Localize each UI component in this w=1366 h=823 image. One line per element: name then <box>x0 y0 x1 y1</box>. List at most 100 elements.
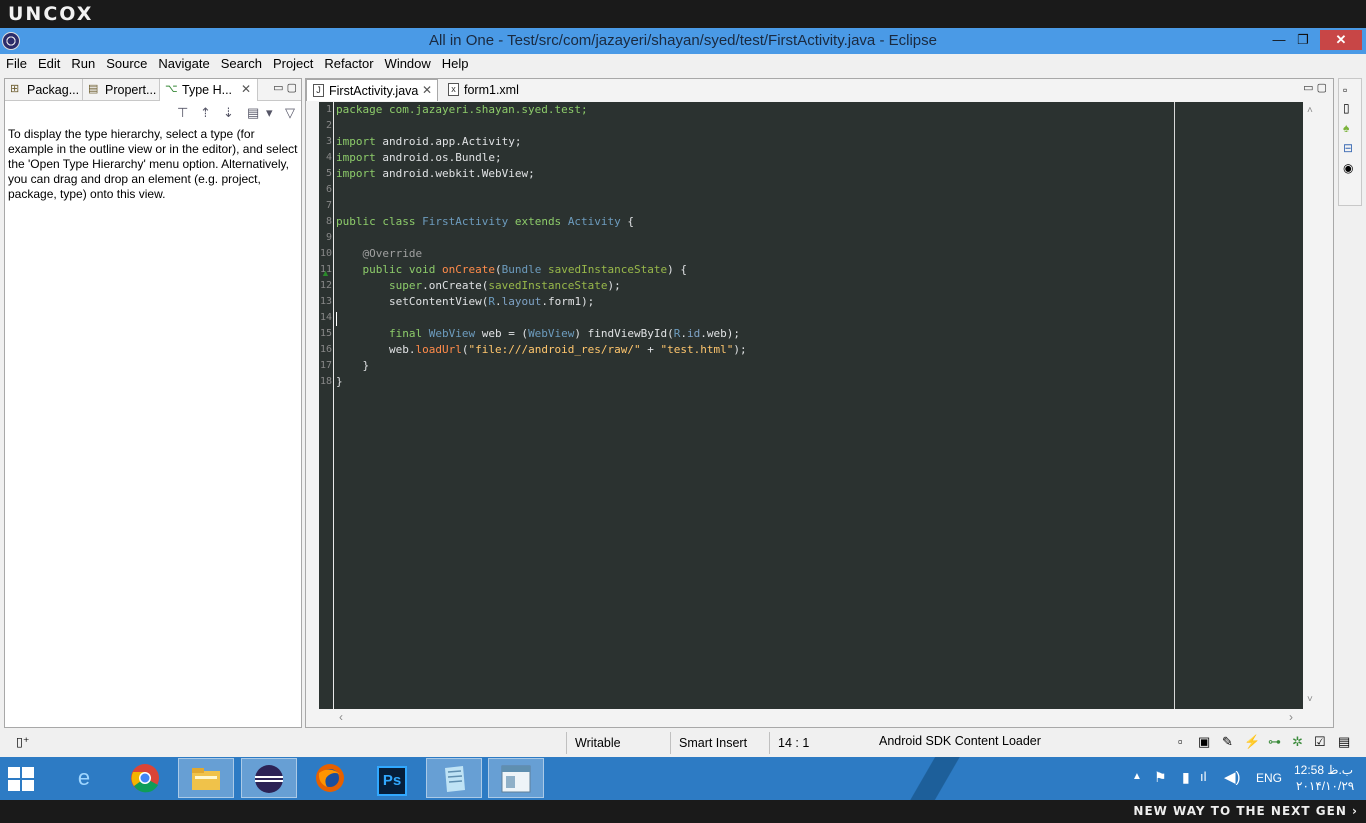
scroll-down-icon[interactable]: ˅ <box>1307 694 1313 705</box>
code-token: android.webkit.WebView; <box>375 167 535 180</box>
code-line[interactable] <box>336 230 1174 246</box>
tab-type-hierarchy[interactable]: ⌥ Type H... ✕ <box>160 79 258 101</box>
code-line[interactable]: import android.os.Bundle; <box>336 150 1174 166</box>
clock-date[interactable]: ۲۰۱۴/۱۰/۲۹ <box>1296 779 1354 793</box>
code-token: web. <box>336 343 416 356</box>
line-number: 3 <box>325 136 332 147</box>
close-icon[interactable]: ✕ <box>422 83 432 97</box>
plug-icon[interactable]: ⚡ <box>1244 734 1260 750</box>
show-subtype-hierarchy-icon[interactable]: ⇣ <box>223 105 234 121</box>
view-minimize-maximize[interactable]: ▭ ▢ <box>273 81 297 94</box>
minimize-button[interactable]: — <box>1266 30 1292 50</box>
code-line[interactable]: setContentView(R.layout.form1); <box>336 294 1174 310</box>
code-token: public class <box>336 215 416 228</box>
code-editor[interactable]: 1 2 3 4 5 6 7 8 9 10 11 12 13 14 15 16 17 18 ▲ package co… <box>319 102 1319 709</box>
show-type-hierarchy-icon[interactable]: ⊤ <box>177 105 188 121</box>
show-hidden-icons-icon[interactable]: ▲ <box>1132 771 1142 782</box>
ddms-icon[interactable]: ◉ <box>1343 161 1353 175</box>
show-supertype-hierarchy-icon[interactable]: ⇡ <box>200 105 211 121</box>
sdk-manager-icon[interactable]: ▣ <box>1198 734 1210 750</box>
vertical-scrollbar[interactable]: ˄ ˅ <box>1303 102 1319 709</box>
scroll-left-icon[interactable]: ‹ <box>339 710 343 724</box>
source-code[interactable]: package com.jazayeri.shayan.syed.test; im… <box>336 102 1174 709</box>
code-token: FirstActivity <box>422 215 509 228</box>
code-token: R <box>488 295 495 308</box>
tab-form1-xml[interactable]: x form1.xml <box>442 79 542 101</box>
code-line[interactable]: public void onCreate(Bundle savedInstanc… <box>336 262 1174 278</box>
volume-icon[interactable]: ◀) <box>1224 768 1241 786</box>
hierarchy-viewer-icon[interactable]: ⊟ <box>1343 141 1353 155</box>
window-app-icon[interactable] <box>488 758 544 798</box>
code-line[interactable]: import android.webkit.WebView; <box>336 166 1174 182</box>
fast-view-icon[interactable]: ▯⁺ <box>16 734 29 749</box>
line-number: 16 <box>319 344 332 355</box>
status-separator <box>566 732 567 754</box>
action-center-icon[interactable]: ⚑ <box>1154 769 1167 786</box>
network-icon[interactable]: ıl <box>1200 769 1207 784</box>
code-line[interactable] <box>336 182 1174 198</box>
code-token: + <box>640 343 661 356</box>
code-token: ) findViewById( <box>574 327 674 340</box>
notepad-icon[interactable] <box>426 758 482 798</box>
code-line[interactable] <box>336 118 1174 134</box>
close-button[interactable]: ✕ <box>1320 30 1362 50</box>
menu-refactor[interactable]: Refactor <box>318 54 378 72</box>
chrome-icon[interactable] <box>117 758 173 798</box>
code-line[interactable]: @Override <box>336 246 1174 262</box>
battery-icon[interactable]: ▮ <box>1182 769 1190 786</box>
bug-icon[interactable]: ✲ <box>1292 734 1303 750</box>
menu-navigate[interactable]: Navigate <box>152 54 214 72</box>
editor-tabs: J FirstActivity.java ✕ x form1.xml ▭ ▢ <box>306 79 1333 101</box>
scroll-right-icon[interactable]: › <box>1289 710 1293 724</box>
chevron-down-icon[interactable]: ▾ <box>266 105 273 121</box>
horizontal-scrollbar[interactable]: ‹ › <box>319 709 1303 725</box>
language-indicator[interactable]: ENG <box>1256 771 1282 785</box>
code-line[interactable]: public class FirstActivity extends Activ… <box>336 214 1174 230</box>
code-line[interactable]: web.loadUrl("file:///android_res/raw/" +… <box>336 342 1174 358</box>
internet-explorer-icon[interactable]: e <box>56 758 112 798</box>
menu-source[interactable]: Source <box>100 54 152 72</box>
line-number: 7 <box>325 200 332 211</box>
menu-search[interactable]: Search <box>215 54 267 72</box>
menu-help[interactable]: Help <box>436 54 474 72</box>
close-icon[interactable]: ✕ <box>241 82 251 96</box>
editor-minimize-maximize[interactable]: ▭ ▢ <box>1303 81 1327 94</box>
photoshop-icon[interactable]: Ps <box>364 758 420 798</box>
firefox-icon[interactable] <box>302 758 358 798</box>
task-list-icon[interactable]: ▤ <box>1338 734 1350 750</box>
code-line[interactable]: final WebView web = (WebView) findViewBy… <box>336 326 1174 342</box>
menu-project[interactable]: Project <box>267 54 318 72</box>
view-menu-icon[interactable]: ▽ <box>285 105 295 121</box>
code-line[interactable] <box>336 310 1174 326</box>
wand-icon[interactable]: ✎ <box>1222 734 1233 750</box>
menu-window[interactable]: Window <box>379 54 436 72</box>
scroll-up-icon[interactable]: ˄ <box>1307 105 1313 116</box>
eclipse-icon[interactable] <box>241 758 297 798</box>
code-line[interactable]: package com.jazayeri.shayan.syed.test; <box>336 102 1174 118</box>
tab-firstactivity-java[interactable]: J FirstActivity.java ✕ <box>306 79 438 101</box>
tab-properties[interactable]: ▤ Propert... <box>83 79 160 101</box>
maximize-button[interactable]: ❐ <box>1290 30 1316 50</box>
android-device-icon[interactable]: ▯ <box>1343 101 1350 115</box>
tree-icon[interactable]: ⊶ <box>1268 734 1281 750</box>
code-line[interactable] <box>336 198 1174 214</box>
file-explorer-icon[interactable] <box>178 758 234 798</box>
status-progress-task[interactable]: Android SDK Content Loader <box>879 734 1041 748</box>
menu-bar: File Edit Run Source Navigate Search Project Re… <box>0 54 1366 74</box>
package-explorer-icon: ⊞ <box>10 83 20 95</box>
menu-run[interactable]: Run <box>65 54 100 72</box>
android-icon[interactable]: ♠ <box>1343 121 1349 135</box>
checklist-icon[interactable]: ☑ <box>1314 734 1326 750</box>
menu-file[interactable]: File <box>0 54 32 72</box>
history-icon[interactable]: ▤ <box>247 105 259 121</box>
tab-package-explorer[interactable]: ⊞ Packag... <box>5 79 83 101</box>
menu-edit[interactable]: Edit <box>32 54 65 72</box>
clock-time[interactable]: 12:58 ب.ظ <box>1294 763 1353 777</box>
restore-icon[interactable]: ▫ <box>1343 83 1347 97</box>
code-line[interactable]: import android.app.Activity; <box>336 134 1174 150</box>
code-line[interactable]: } <box>336 358 1174 374</box>
tab-properties-label: Propert... <box>105 83 157 97</box>
code-line[interactable]: } <box>336 374 1174 390</box>
restore-icon[interactable]: ▫ <box>1178 734 1183 749</box>
code-line[interactable]: super.onCreate(savedInstanceState); <box>336 278 1174 294</box>
